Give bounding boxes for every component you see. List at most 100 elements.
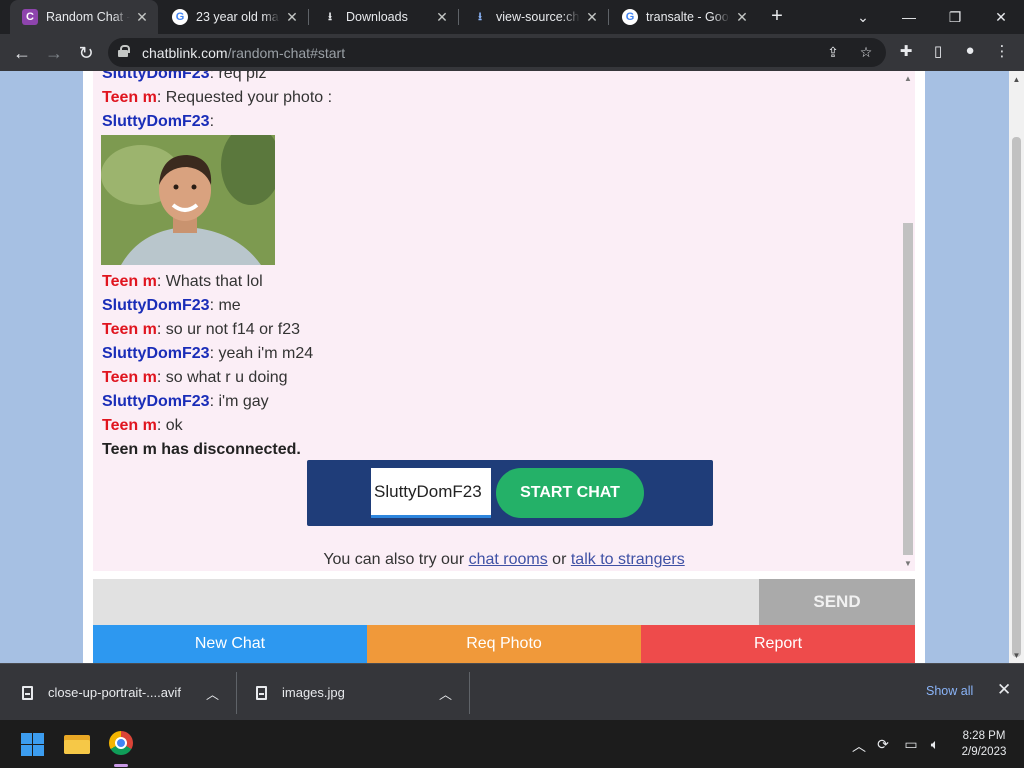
tab-translate[interactable]: G transalte - Goog ✕ bbox=[610, 0, 758, 34]
chat-message: SluttyDomF23: yeah i'm m24 bbox=[102, 345, 314, 362]
download-filename: images.jpg bbox=[282, 685, 345, 700]
bookmark-star-icon[interactable]: ☆ bbox=[857, 44, 875, 62]
google-favicon: G bbox=[172, 9, 188, 25]
google-favicon: G bbox=[622, 9, 638, 25]
chat-log[interactable]: SluttyDomF23: req plz Teen m: Requested … bbox=[93, 71, 915, 571]
start-chat-panel: START CHAT bbox=[307, 460, 713, 526]
scroll-down-arrow-icon[interactable]: ▼ bbox=[901, 559, 915, 568]
taskbar-clock[interactable]: 8:28 PM 2/9/2023 bbox=[952, 728, 1016, 760]
windows-start-icon[interactable] bbox=[21, 733, 44, 756]
tab-downloads[interactable]: ⭳ Downloads ✕ bbox=[310, 0, 458, 34]
clock-time: 8:28 PM bbox=[962, 730, 1006, 742]
chrome-icon[interactable] bbox=[109, 731, 133, 755]
windows-taskbar: ︿ ⟳ ▭ 🔈︎ 8:28 PM 2/9/2023 bbox=[0, 720, 1024, 768]
chatblink-favicon: C bbox=[22, 9, 38, 25]
req-photo-button[interactable]: Req Photo bbox=[367, 625, 641, 663]
close-icon[interactable]: ✕ bbox=[130, 9, 154, 26]
download-item[interactable]: images.jpg bbox=[256, 664, 345, 721]
download-filename: close-up-portrait-....avif bbox=[48, 685, 181, 700]
chat-message: SluttyDomF23: req plz bbox=[102, 71, 267, 82]
tab-title: Downloads bbox=[346, 10, 408, 24]
chat-message: Teen m: ok bbox=[102, 417, 183, 434]
reload-icon[interactable]: ↻ bbox=[72, 39, 100, 67]
menu-kebab-icon[interactable]: ⋮ bbox=[992, 42, 1012, 62]
close-icon[interactable]: ✕ bbox=[280, 9, 304, 26]
tab-divider bbox=[608, 9, 609, 25]
share-icon[interactable]: ⇪ bbox=[824, 44, 842, 62]
browser-toolbar: ← → ↻ chatblink.com/random-chat#start ⇪ … bbox=[0, 34, 1024, 71]
close-icon[interactable]: ✕ bbox=[730, 9, 754, 26]
restore-icon[interactable]: ❐ bbox=[932, 0, 978, 34]
active-app-indicator bbox=[114, 764, 128, 767]
report-button[interactable]: Report bbox=[641, 625, 915, 663]
download-divider bbox=[469, 672, 470, 714]
file-icon bbox=[256, 685, 267, 700]
page-scrollbar-thumb[interactable] bbox=[1012, 137, 1021, 657]
new-chat-button[interactable]: New Chat bbox=[93, 625, 367, 663]
download-icon: ⭳ bbox=[328, 10, 332, 23]
page-scrollbar[interactable]: ▲ ▼ bbox=[1009, 71, 1024, 663]
tab-view-source[interactable]: ⭳ view-source:chr ✕ bbox=[460, 0, 608, 34]
chat-scrollbar[interactable]: ▲ ▼ bbox=[901, 71, 915, 571]
tab-title: 23 year old male bbox=[196, 10, 280, 24]
send-button[interactable]: SEND bbox=[759, 579, 915, 625]
tab-strip: C Random Chat - ✕ G 23 year old male ✕ ⭳… bbox=[0, 0, 1024, 34]
nickname-input[interactable] bbox=[371, 468, 491, 518]
clock-date: 2/9/2023 bbox=[961, 746, 1007, 758]
file-icon bbox=[22, 685, 33, 700]
chat-message: SluttyDomF23: i'm gay bbox=[102, 393, 269, 410]
tab-divider bbox=[458, 9, 459, 25]
alternatives-line: You can also try our chat rooms or talk … bbox=[323, 551, 685, 568]
chevron-up-icon[interactable]: ︿ bbox=[206, 684, 219, 703]
chevron-up-icon[interactable]: ︿ bbox=[850, 736, 868, 756]
chat-message: Teen m: so ur not f14 or f23 bbox=[102, 321, 301, 338]
new-tab-plus-icon[interactable]: + bbox=[766, 6, 788, 28]
shared-photo[interactable] bbox=[101, 135, 275, 265]
chat-message: SluttyDomF23: me bbox=[102, 297, 241, 314]
chat-message: Teen m: Requested your photo : bbox=[102, 89, 333, 106]
close-icon[interactable]: ✕ bbox=[997, 680, 1011, 700]
tab-search-chevron-icon[interactable]: ⌄ bbox=[840, 0, 886, 34]
scroll-up-arrow-icon[interactable]: ▲ bbox=[1009, 75, 1024, 84]
talk-to-strangers-link[interactable]: talk to strangers bbox=[571, 551, 685, 568]
side-panel-icon[interactable]: ▯ bbox=[928, 42, 948, 62]
minimize-icon[interactable]: — bbox=[886, 0, 932, 34]
forward-arrow-icon[interactable]: → bbox=[40, 39, 68, 67]
start-chat-button[interactable]: START CHAT bbox=[496, 468, 644, 518]
tab-random-chat[interactable]: C Random Chat - ✕ bbox=[10, 0, 158, 34]
scroll-up-arrow-icon[interactable]: ▲ bbox=[901, 74, 915, 83]
network-icon[interactable]: ▭ bbox=[902, 736, 920, 753]
scroll-down-arrow-icon[interactable]: ▼ bbox=[1009, 651, 1024, 660]
volume-icon[interactable]: 🔈︎ bbox=[926, 736, 944, 753]
close-icon[interactable]: ✕ bbox=[430, 9, 454, 26]
profile-icon[interactable]: ● bbox=[960, 42, 980, 62]
show-all-downloads-link[interactable]: Show all bbox=[926, 684, 973, 698]
portrait-image bbox=[101, 135, 275, 265]
chat-message: Teen m: Whats that lol bbox=[102, 273, 263, 290]
url-text: chatblink.com/random-chat#start bbox=[142, 45, 346, 61]
chat-container: SluttyDomF23: req plz Teen m: Requested … bbox=[83, 71, 925, 663]
window-close-icon[interactable]: ✕ bbox=[978, 0, 1024, 34]
chat-rooms-link[interactable]: chat rooms bbox=[469, 551, 548, 568]
tab-title: transalte - Goog bbox=[646, 10, 730, 24]
address-bar[interactable]: chatblink.com/random-chat#start ⇪ ☆ bbox=[108, 38, 886, 67]
chevron-up-icon[interactable]: ︿ bbox=[439, 684, 452, 703]
close-icon[interactable]: ✕ bbox=[580, 9, 604, 26]
extensions-puzzle-icon[interactable]: ✚ bbox=[896, 42, 916, 62]
lock-icon bbox=[118, 45, 130, 57]
tab-title: view-source:chr bbox=[496, 10, 580, 24]
download-icon: ⭳ bbox=[478, 10, 482, 23]
tab-title: Random Chat - bbox=[46, 10, 130, 24]
message-input[interactable] bbox=[93, 579, 759, 625]
back-arrow-icon[interactable]: ← bbox=[8, 39, 36, 67]
page-viewport: SluttyDomF23: req plz Teen m: Requested … bbox=[0, 71, 1024, 663]
download-bar: close-up-portrait-....avif ︿ images.jpg … bbox=[0, 663, 1024, 720]
chat-message: SluttyDomF23: bbox=[102, 113, 215, 130]
download-divider bbox=[236, 672, 237, 714]
file-explorer-icon[interactable] bbox=[64, 732, 90, 754]
sync-icon[interactable]: ⟳ bbox=[874, 736, 892, 753]
download-item[interactable]: close-up-portrait-....avif bbox=[22, 664, 181, 721]
tab-google-search[interactable]: G 23 year old male ✕ bbox=[160, 0, 308, 34]
chat-message: Teen m: so what r u doing bbox=[102, 369, 288, 386]
chat-scrollbar-thumb[interactable] bbox=[903, 223, 913, 555]
